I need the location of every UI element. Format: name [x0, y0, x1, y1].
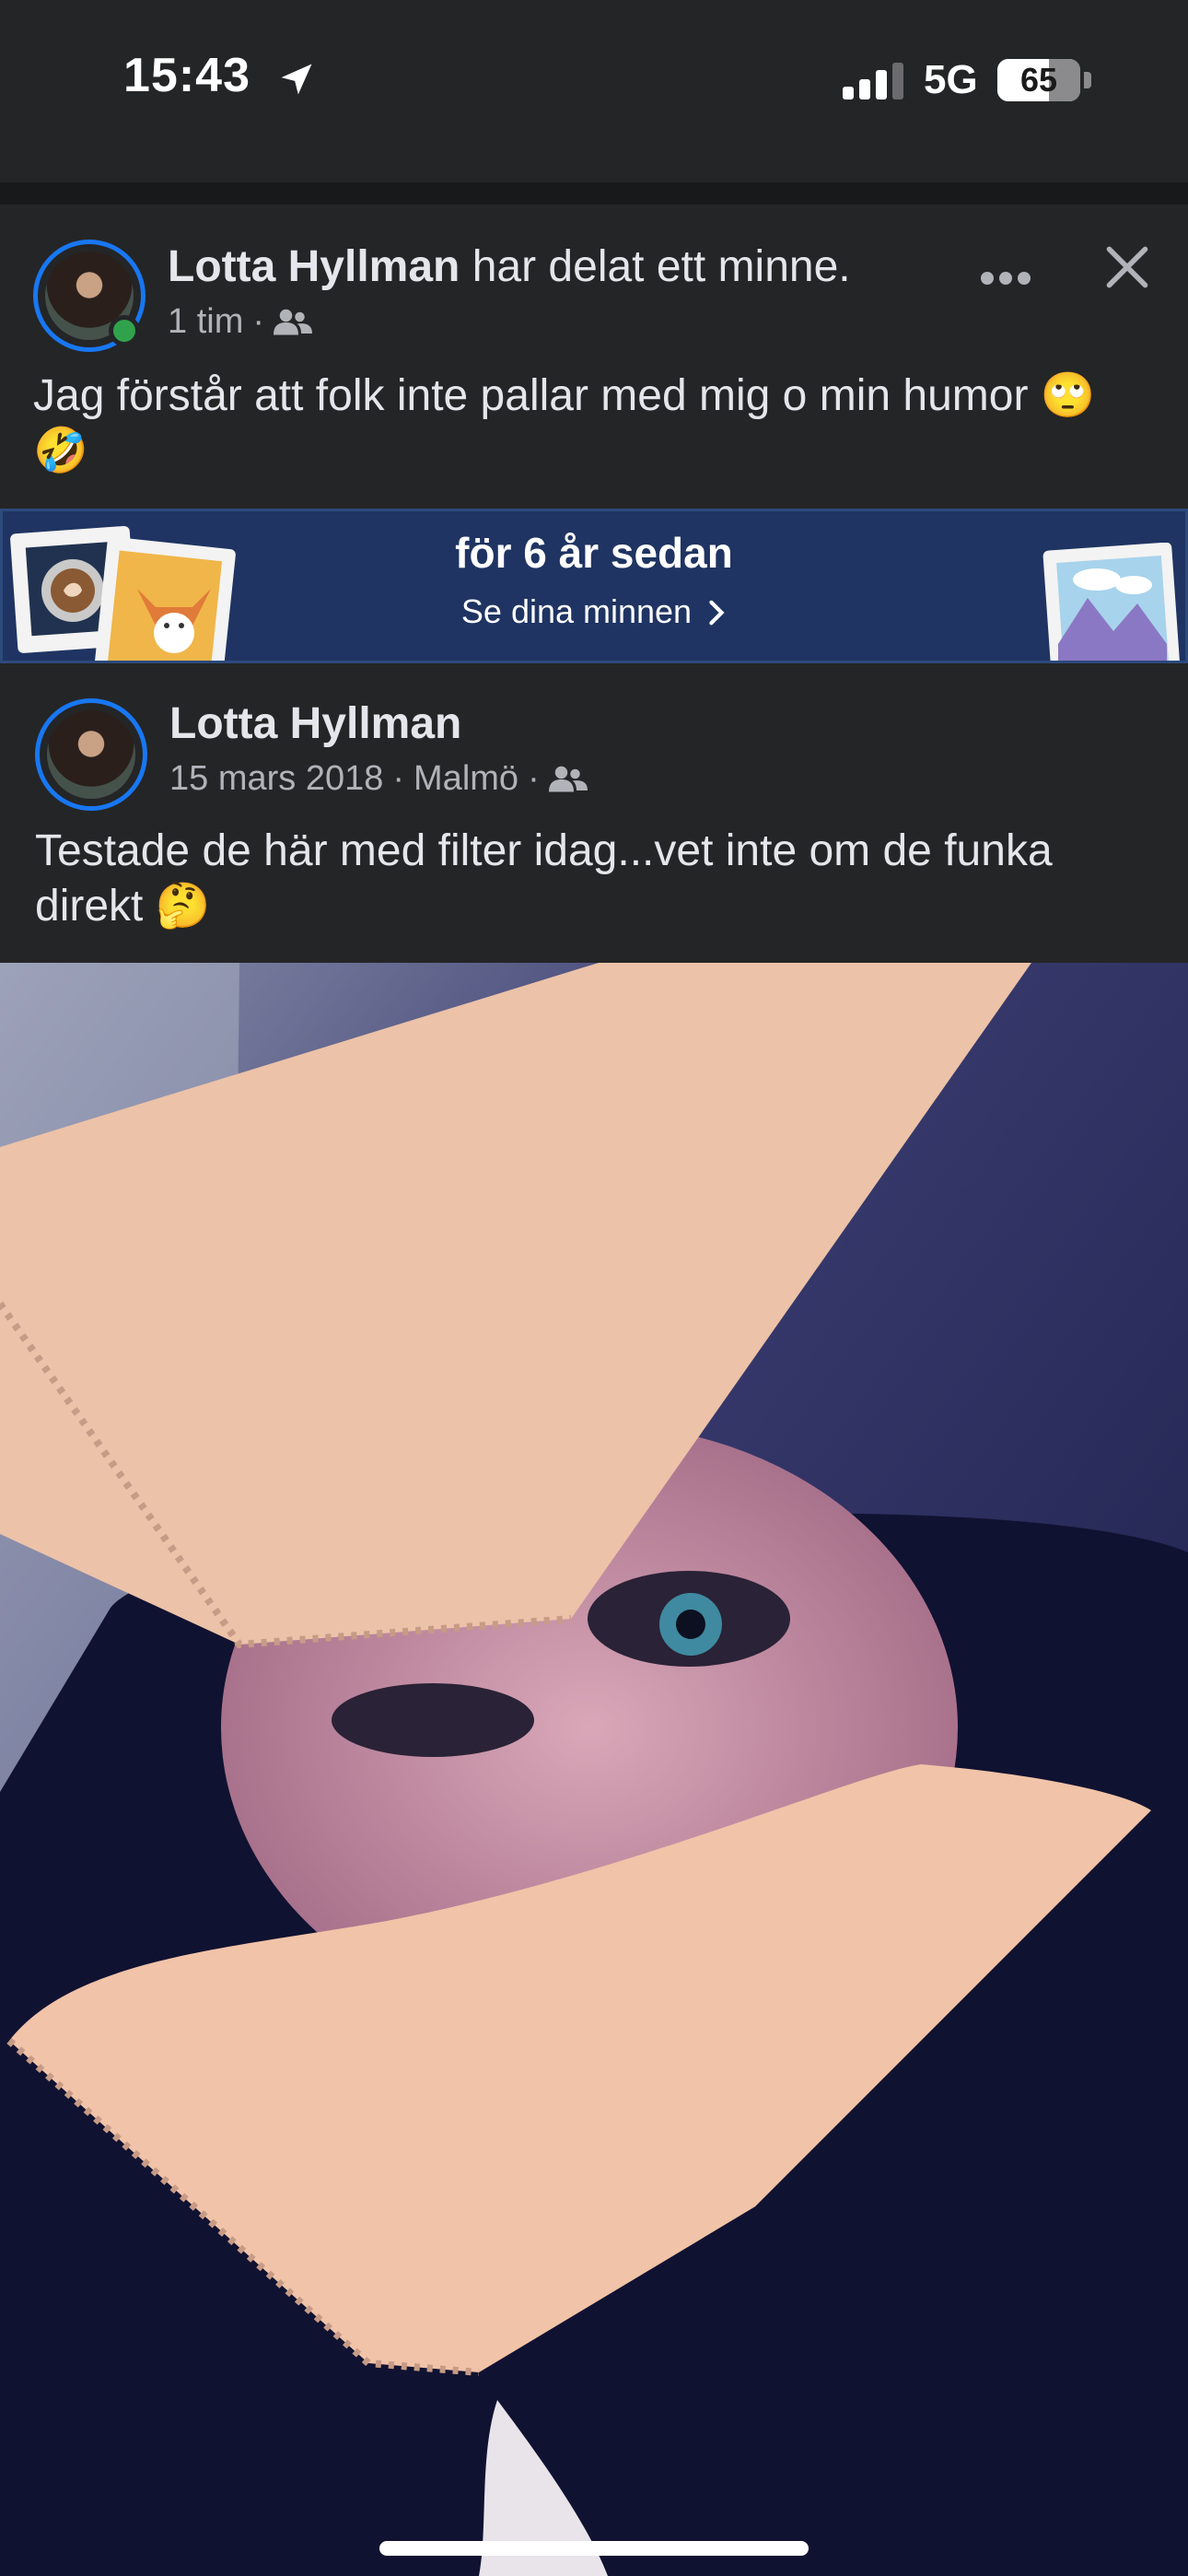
- see-memories-link[interactable]: Se dina minnen: [3, 592, 1185, 631]
- shared-post-location[interactable]: Malmö: [413, 759, 518, 799]
- post-photo[interactable]: [0, 963, 1188, 2576]
- shared-author-avatar[interactable]: [35, 698, 147, 811]
- see-memories-label: Se dina minnen: [460, 592, 693, 630]
- meta-separator: ·: [392, 759, 405, 798]
- location-arrow-icon: [281, 64, 312, 95]
- shared-post-date[interactable]: 15 mars 2018: [169, 759, 383, 799]
- post-header: Lotta Hyllman har delat ett minne.: [168, 241, 851, 292]
- memory-banner[interactable]: för 6 år sedan Se dina minnen: [0, 509, 1188, 663]
- memory-illustration-right: [1042, 543, 1180, 661]
- post-meta: 1 tim ·: [168, 302, 313, 342]
- battery-cap: [1084, 72, 1091, 88]
- friends-icon: [548, 766, 588, 791]
- meta-separator: ·: [252, 302, 265, 341]
- network-label: 5G: [924, 57, 978, 102]
- shared-post-text: Testade de här med filter idag...vet int…: [35, 826, 1053, 931]
- shared-author-name-link[interactable]: Lotta Hyllman: [169, 698, 461, 749]
- memory-banner-title: för 6 år sedan: [455, 529, 733, 577]
- home-indicator[interactable]: [379, 2541, 809, 2556]
- close-icon[interactable]: [1103, 243, 1151, 291]
- post-time[interactable]: 1 tim: [168, 302, 243, 342]
- battery-icon: 65: [997, 59, 1080, 101]
- battery-level: 65: [1019, 61, 1058, 99]
- chevron-right-icon: [709, 600, 725, 626]
- photo-content: [0, 963, 1188, 2576]
- status-bar: 15:43 5G 65: [0, 0, 1188, 182]
- signal-icon: [843, 63, 903, 100]
- post-text: Jag förstår att folk inte pallar med mig…: [33, 371, 1096, 475]
- friends-icon: [274, 309, 313, 334]
- meta-separator: ·: [528, 759, 540, 798]
- status-time: 15:43: [123, 49, 250, 102]
- feed-divider: [0, 182, 1188, 205]
- shared-post-meta: 15 mars 2018 · Malmö ·: [169, 759, 588, 799]
- post-action-text: har delat ett minne.: [460, 242, 851, 291]
- online-status-dot: [109, 315, 140, 346]
- author-name-link[interactable]: Lotta Hyllman: [168, 242, 460, 291]
- more-options-icon[interactable]: [978, 269, 1033, 287]
